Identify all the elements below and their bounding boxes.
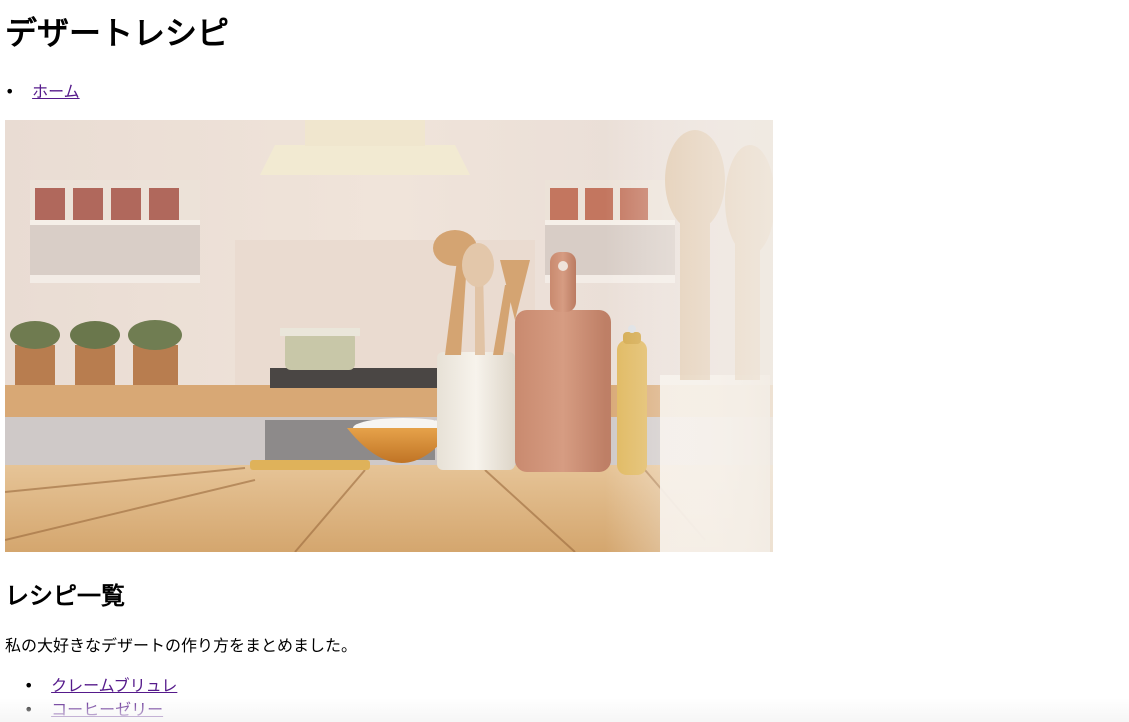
home-link[interactable]: ホーム <box>32 82 80 101</box>
recipe-link-creme-brulee[interactable]: クレームブリュレ <box>51 676 177 695</box>
nav-item-home: ホーム <box>5 80 80 104</box>
recipe-list: クレームブリュレ コーヒーゼリー <box>24 674 177 722</box>
list-item: コーヒーゼリー <box>24 698 177 722</box>
nav-list: ホーム <box>5 80 80 104</box>
recipe-link-coffee-jelly[interactable]: コーヒーゼリー <box>51 700 163 719</box>
section-heading: レシピ一覧 <box>5 582 125 610</box>
list-item: クレームブリュレ <box>24 674 177 698</box>
section-description: 私の大好きなデザートの作り方をまとめました。 <box>5 636 358 655</box>
hero-image <box>5 120 773 552</box>
page-title: デザートレシピ <box>5 14 230 52</box>
